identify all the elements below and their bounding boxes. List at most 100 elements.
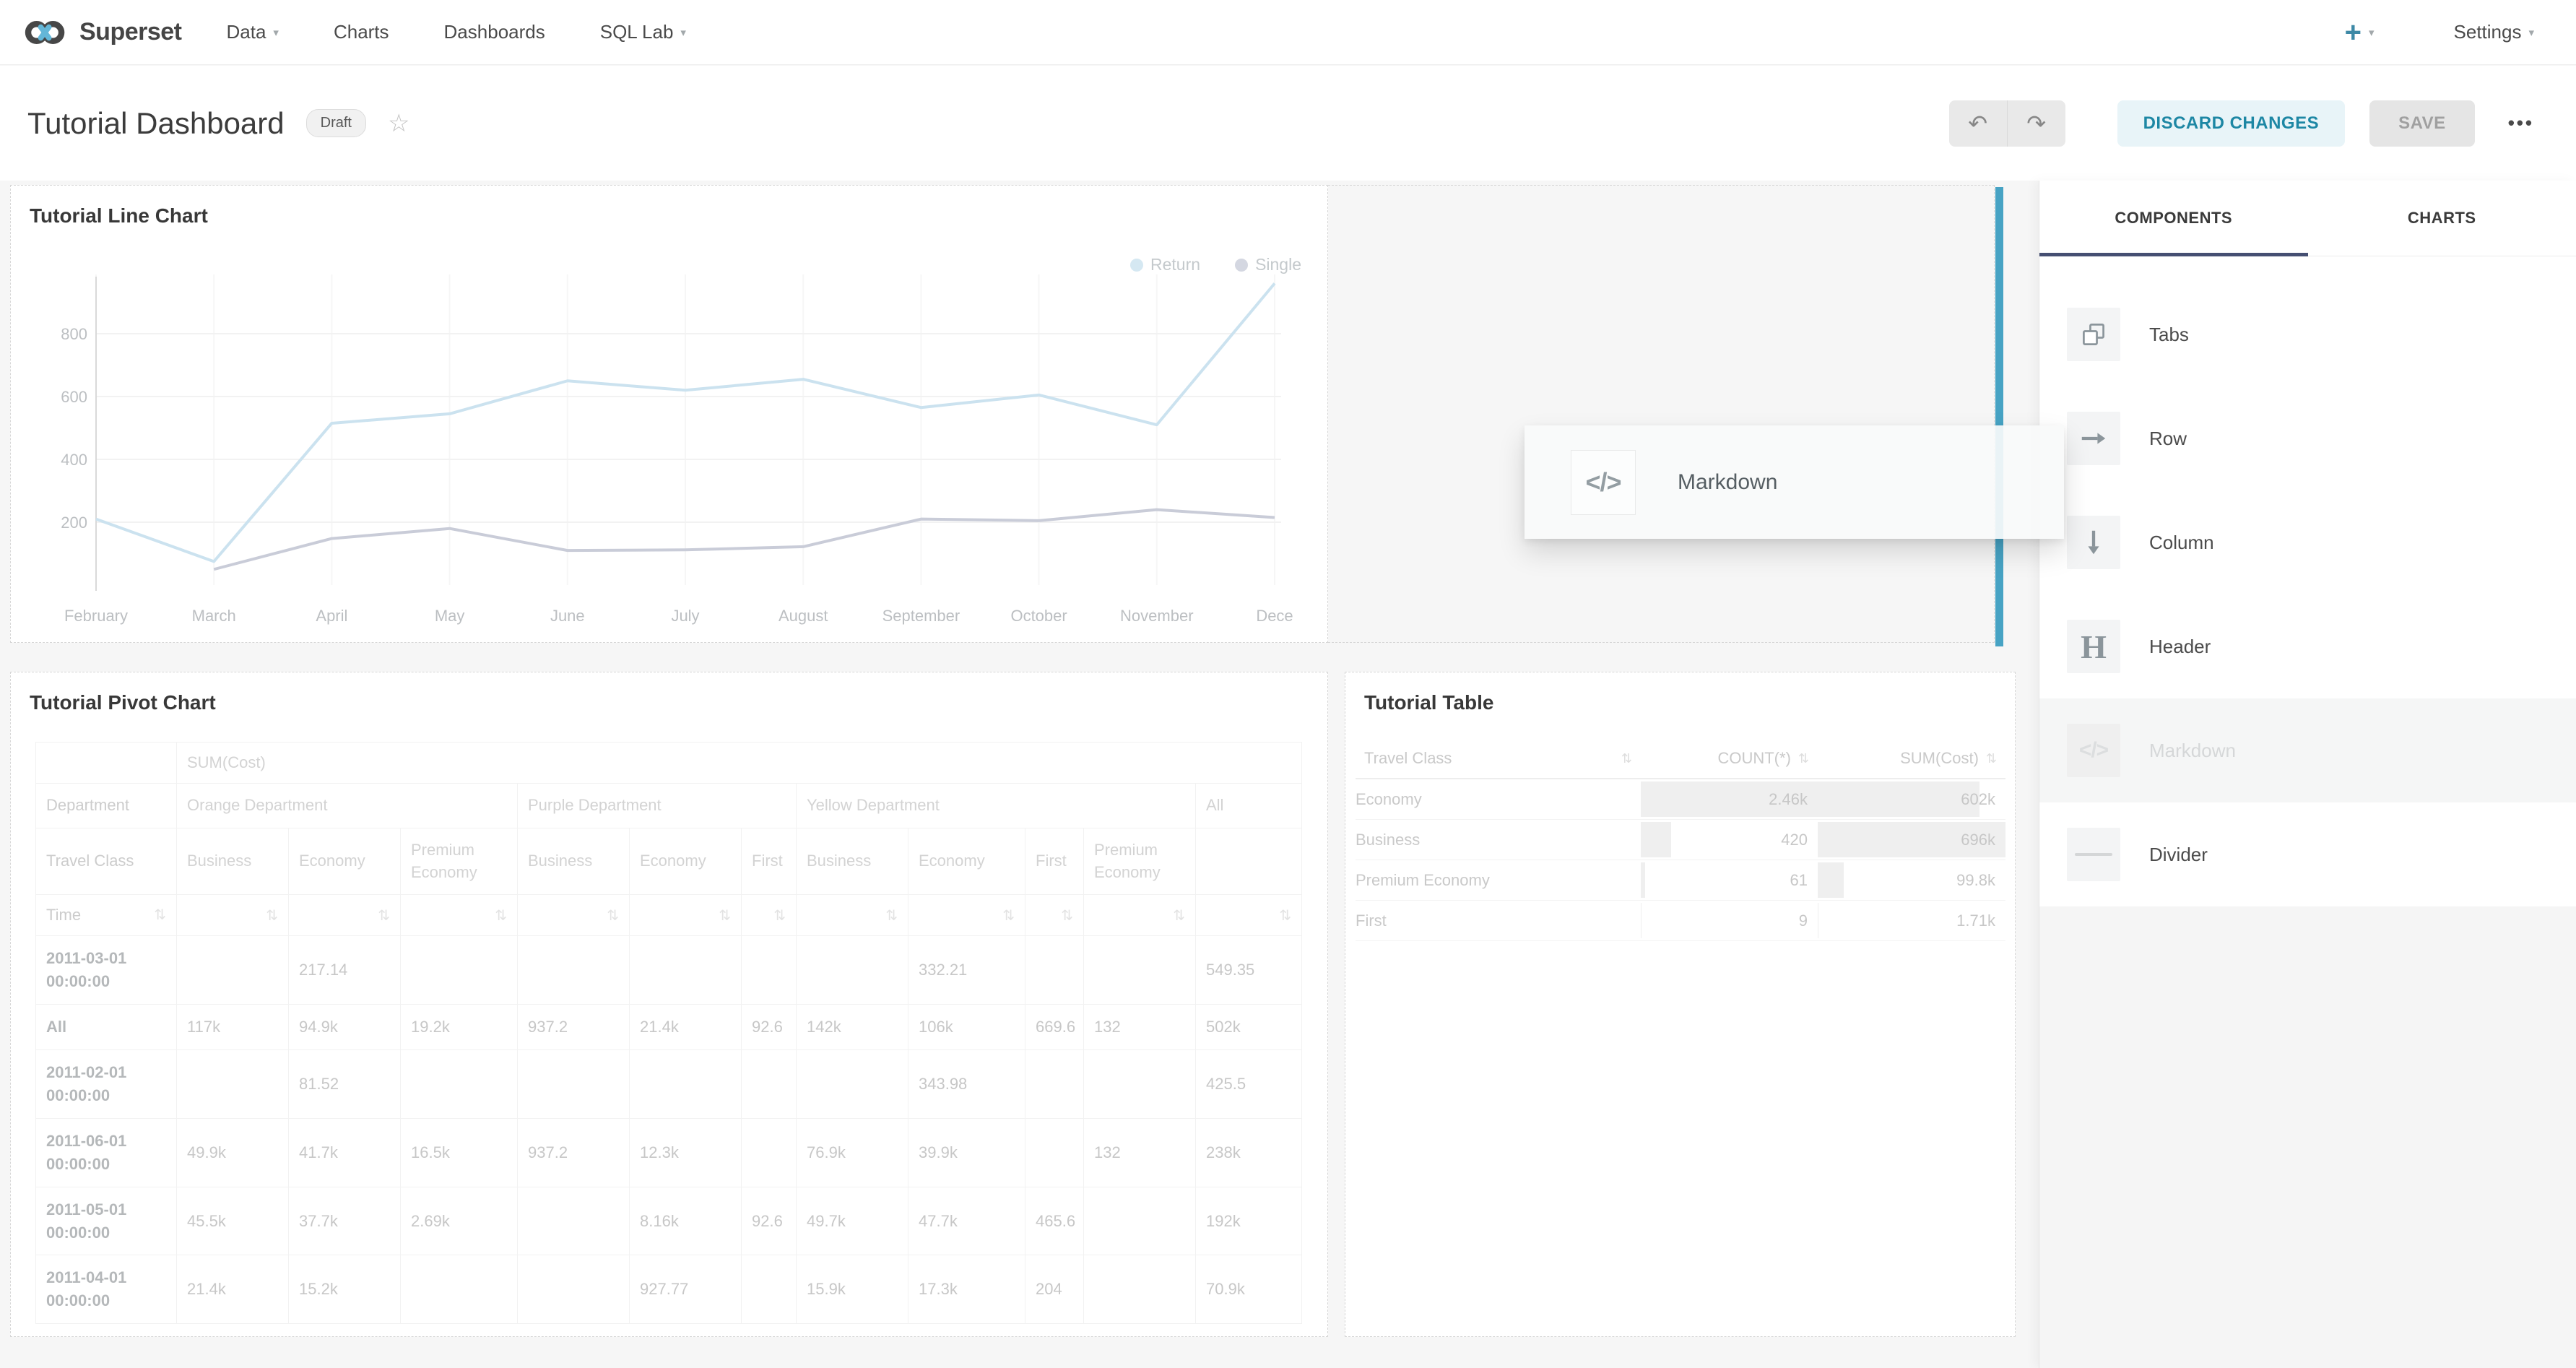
sort-icon[interactable]: ⇅	[719, 906, 731, 925]
chart-title: Tutorial Line Chart	[30, 204, 208, 228]
table-row: 2011-03-01 00:00:00217.14332.21549.35	[36, 936, 1302, 1005]
pivot-sort-header[interactable]: ⇅	[630, 895, 742, 936]
markdown-drag-preview[interactable]: </> Markdown	[1525, 425, 2064, 539]
sort-icon[interactable]: ⇅	[885, 906, 898, 925]
favorite-star-icon[interactable]: ☆	[388, 109, 409, 138]
pivot-sort-header[interactable]: ⇅	[177, 895, 289, 936]
component-item-tabs[interactable]: Tabs	[2039, 282, 2576, 386]
svg-text:November: November	[1120, 607, 1193, 625]
table-row: 2011-02-01 00:00:0081.52343.98425.5	[36, 1050, 1302, 1119]
nav-item-sql-lab[interactable]: SQL Lab▾	[600, 21, 686, 43]
pivot-cell: 94.9k	[289, 1005, 401, 1050]
pivot-cell	[1196, 828, 1302, 895]
sort-icon[interactable]: ⇅	[1621, 751, 1632, 766]
table-row: All117k94.9k19.2k937.221.4k92.6142k106k6…	[36, 1005, 1302, 1050]
sort-icon[interactable]: ⇅	[495, 906, 507, 925]
pivot-cell: 2.69k	[401, 1187, 518, 1255]
sort-icon[interactable]: ⇅	[378, 906, 390, 925]
pivot-cell	[1084, 1050, 1196, 1119]
sort-icon[interactable]: ⇅	[1173, 906, 1185, 925]
header-icon: H	[2067, 620, 2120, 673]
undo-icon: ↶	[1968, 110, 1987, 137]
pivot-cell: 332.21	[908, 936, 1025, 1005]
svg-text:April: April	[316, 607, 347, 625]
table-row: First91.71k	[1356, 901, 2005, 941]
pivot-sort-header[interactable]: Time⇅	[36, 895, 177, 936]
tab-components[interactable]: COMPONENTS	[2039, 181, 2308, 256]
table-row: Economy2.46k602k	[1356, 779, 2005, 820]
sort-icon[interactable]: ⇅	[154, 906, 166, 924]
pivot-sort-header[interactable]: ⇅	[518, 895, 630, 936]
pivot-cell: 92.6	[742, 1187, 797, 1255]
chevron-down-icon: ▾	[2528, 26, 2534, 39]
pivot-cell	[518, 1187, 630, 1255]
redo-button[interactable]: ↷	[2008, 100, 2065, 147]
table-row: Business420696k	[1356, 820, 2005, 860]
pivot-sort-header[interactable]: ⇅	[797, 895, 908, 936]
superset-infinity-icon	[23, 18, 68, 47]
discard-changes-button[interactable]: DISCARD CHANGES	[2117, 100, 2346, 147]
pivot-sort-header[interactable]: ⇅	[1025, 895, 1084, 936]
component-item-label: Tabs	[2149, 324, 2189, 346]
pivot-cell: 2011-02-01 00:00:00	[36, 1050, 177, 1119]
more-options-icon[interactable]: •••	[2508, 112, 2534, 134]
page-title[interactable]: Tutorial Dashboard	[27, 106, 285, 141]
pivot-sort-header[interactable]: ⇅	[401, 895, 518, 936]
pivot-chart-panel[interactable]: Tutorial Pivot Chart SUM(Cost)Department…	[10, 672, 1328, 1337]
save-button[interactable]: SAVE	[2369, 100, 2475, 147]
sort-icon[interactable]: ⇅	[1061, 906, 1073, 925]
count-cell: 2.46k	[1641, 779, 1818, 820]
pivot-sort-header[interactable]: ⇅	[742, 895, 797, 936]
pivot-cell: 2011-03-01 00:00:00	[36, 936, 177, 1005]
sort-icon[interactable]: ⇅	[1279, 906, 1291, 925]
pivot-cell: All	[36, 1005, 177, 1050]
nav-item-data[interactable]: Data▾	[227, 21, 279, 43]
sort-icon[interactable]: ⇅	[1798, 751, 1809, 766]
table-row: Premium Economy6199.8k	[1356, 860, 2005, 901]
sort-icon[interactable]: ⇅	[773, 906, 786, 925]
sum-cell: 1.71k	[1818, 901, 2005, 941]
pivot-cell: 17.3k	[908, 1255, 1025, 1324]
component-item-row[interactable]: Row	[2039, 386, 2576, 490]
pivot-cell	[742, 936, 797, 1005]
svg-text:600: 600	[61, 388, 87, 406]
sort-icon[interactable]: ⇅	[1986, 751, 1997, 766]
sort-icon[interactable]: ⇅	[1002, 906, 1015, 925]
pivot-cell: First	[1025, 828, 1084, 895]
line-chart-panel[interactable]: Tutorial Line Chart ReturnSingle 2004006…	[10, 185, 1328, 643]
pivot-sort-header[interactable]: ⇅	[1196, 895, 1302, 936]
pivot-cell	[797, 1050, 908, 1119]
settings-menu[interactable]: Settings▾	[2454, 21, 2534, 43]
dashboard-header: Tutorial Dashboard Draft ☆ ↶ ↷ DISCARD C…	[0, 66, 2576, 181]
pivot-cell: 549.35	[1196, 936, 1302, 1005]
undo-button[interactable]: ↶	[1949, 100, 2008, 147]
component-item-column[interactable]: Column	[2039, 490, 2576, 594]
superset-logo[interactable]: Superset	[23, 18, 182, 47]
pivot-cell	[401, 1255, 518, 1324]
nav-item-dashboards[interactable]: Dashboards	[444, 21, 545, 43]
dashboard-row-1[interactable]: Tutorial Line Chart ReturnSingle 2004006…	[10, 185, 1995, 643]
pivot-cell: 502k	[1196, 1005, 1302, 1050]
component-item-header[interactable]: HHeader	[2039, 594, 2576, 698]
cell-bar	[1818, 782, 1979, 817]
sort-icon[interactable]: ⇅	[607, 906, 619, 925]
pivot-sort-header[interactable]: ⇅	[908, 895, 1025, 936]
component-item-label: Markdown	[2149, 740, 2236, 762]
pivot-cell	[177, 936, 289, 1005]
sort-icon[interactable]: ⇅	[266, 906, 278, 925]
component-item-divider[interactable]: Divider	[2039, 802, 2576, 906]
pivot-sort-header[interactable]: ⇅	[289, 895, 401, 936]
travel-class-cell: Premium Economy	[1356, 860, 1641, 901]
table-chart-panel[interactable]: Tutorial Table Travel Class⇅COUNT(*)⇅SUM…	[1345, 672, 2016, 1337]
pivot-sort-header[interactable]: ⇅	[1084, 895, 1196, 936]
new-item-button[interactable]: +▾	[2345, 18, 2375, 47]
pivot-cell: All	[1196, 784, 1302, 828]
pivot-cell: Department	[36, 784, 177, 828]
column-header-travel-class[interactable]: Travel Class⇅	[1356, 739, 1641, 779]
component-item-label: Row	[2149, 428, 2187, 450]
pivot-cell: Premium Economy	[1084, 828, 1196, 895]
column-header-sum[interactable]: SUM(Cost)⇅	[1818, 739, 2005, 779]
nav-item-charts[interactable]: Charts	[334, 21, 389, 43]
column-header-count[interactable]: COUNT(*)⇅	[1641, 739, 1818, 779]
tab-charts[interactable]: CHARTS	[2308, 181, 2576, 256]
